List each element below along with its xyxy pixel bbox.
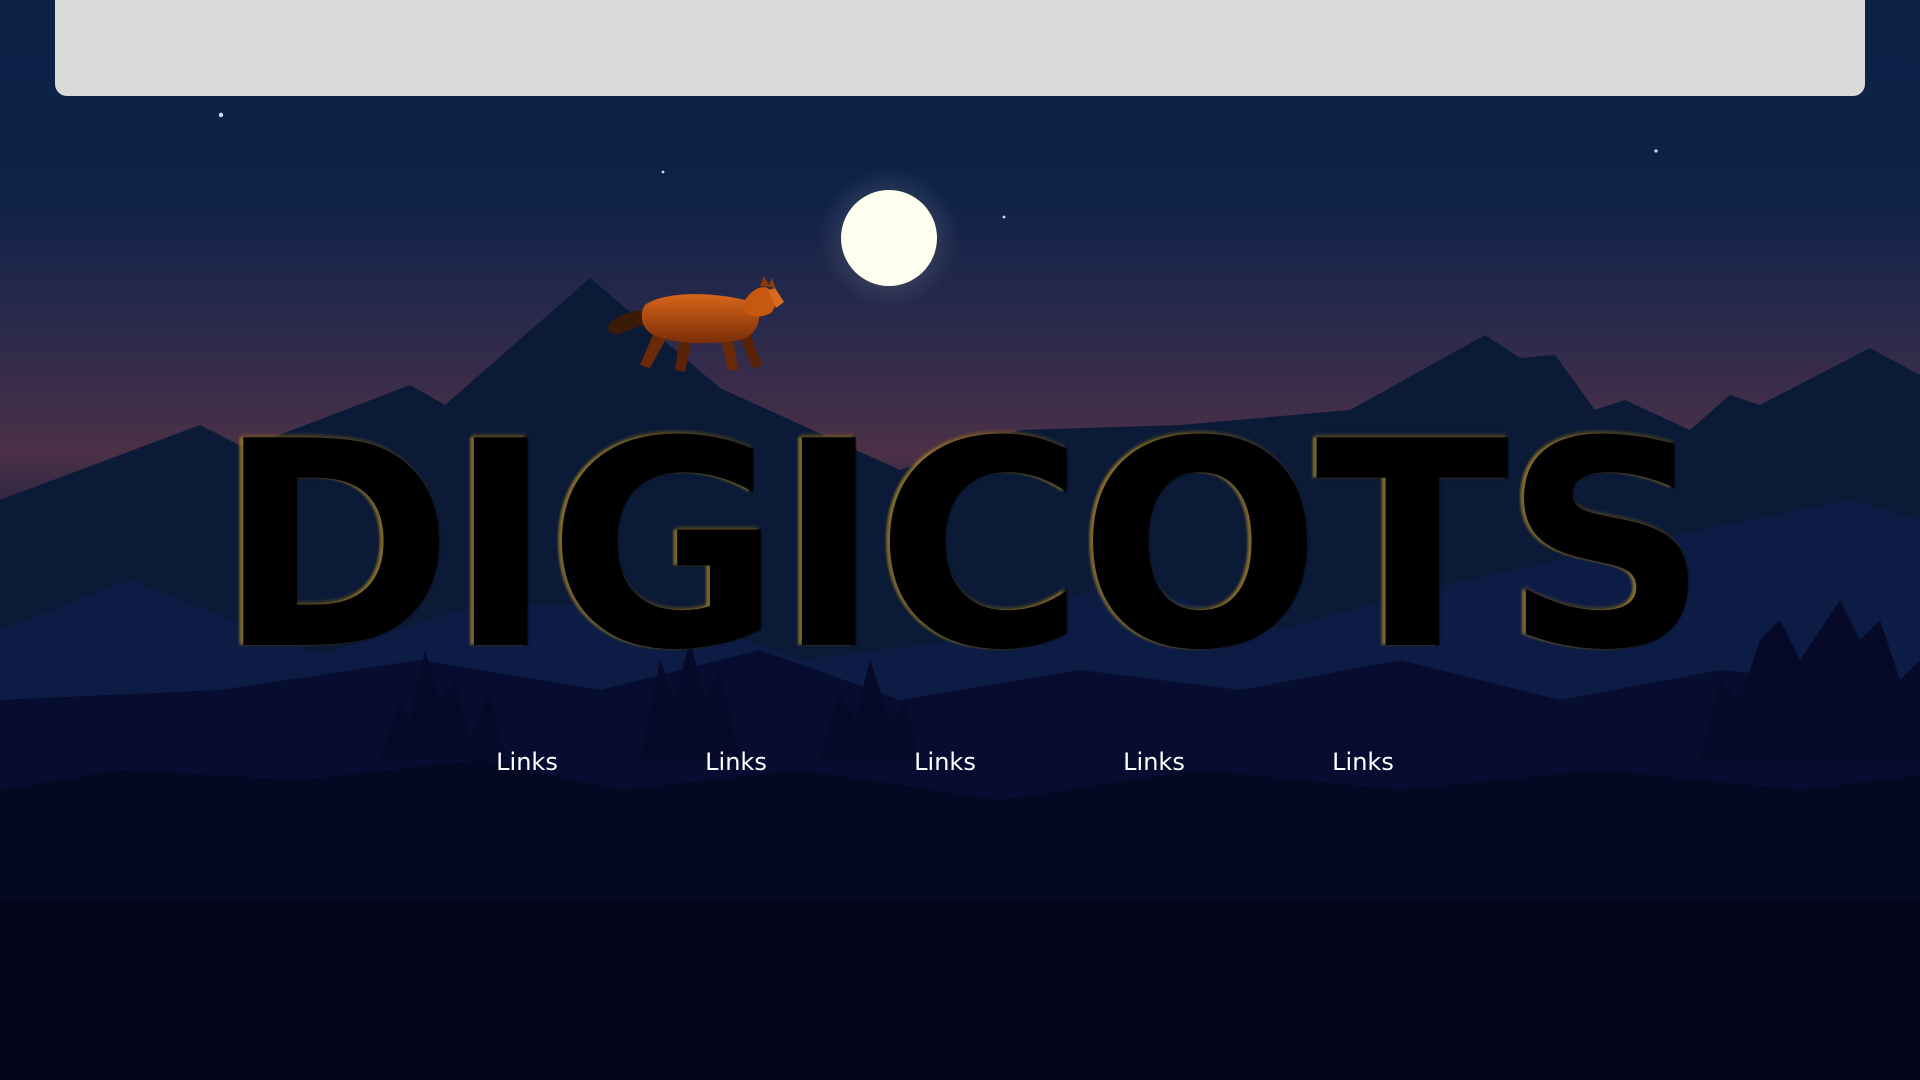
moon-icon (841, 190, 937, 286)
star (218, 112, 224, 118)
top-bar (55, 0, 1865, 96)
nav-link-1[interactable]: Links (457, 742, 597, 782)
star (1654, 149, 1658, 153)
star (1002, 215, 1006, 219)
page: DIGICOTS Links Links Links Links Links (0, 0, 1920, 1080)
star (661, 170, 665, 174)
ground (0, 900, 1920, 1080)
nav-link-4[interactable]: Links (1084, 742, 1224, 782)
nav-links: Links Links Links Links Links (0, 742, 1920, 782)
nav-link-5[interactable]: Links (1293, 742, 1433, 782)
brand-title: DIGICOTS (217, 381, 1709, 713)
nav-link-2[interactable]: Links (666, 742, 806, 782)
nav-link-3[interactable]: Links (875, 742, 1015, 782)
